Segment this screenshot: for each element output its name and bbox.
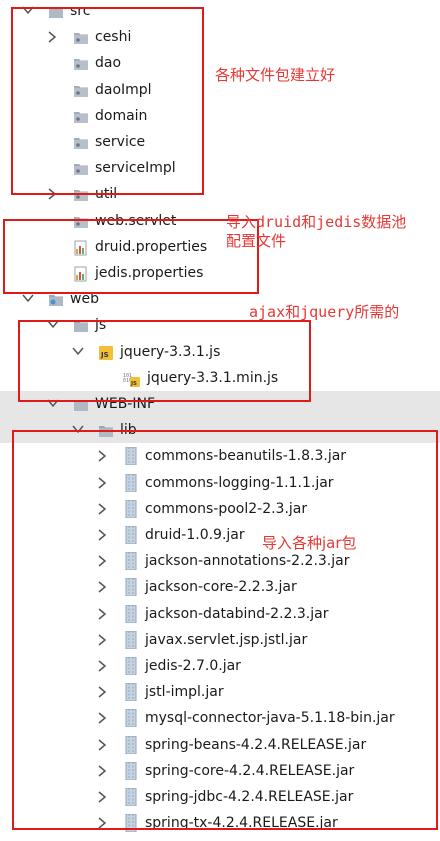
js-highlight-box: [18, 320, 311, 402]
annotation-packages: 各种文件包建立好: [215, 66, 336, 84]
annotation-config-line1: 导入druid和jedis数据池: [226, 213, 407, 231]
jars-highlight-box: [12, 430, 438, 830]
annotation-jars: 导入各种jar包: [262, 534, 357, 552]
annotation-js: ajax和jquery所需的: [249, 303, 400, 321]
packages-highlight-box: [11, 7, 204, 195]
annotation-config-line2: 配置文件: [226, 232, 287, 250]
config-highlight-box: [3, 219, 259, 294]
